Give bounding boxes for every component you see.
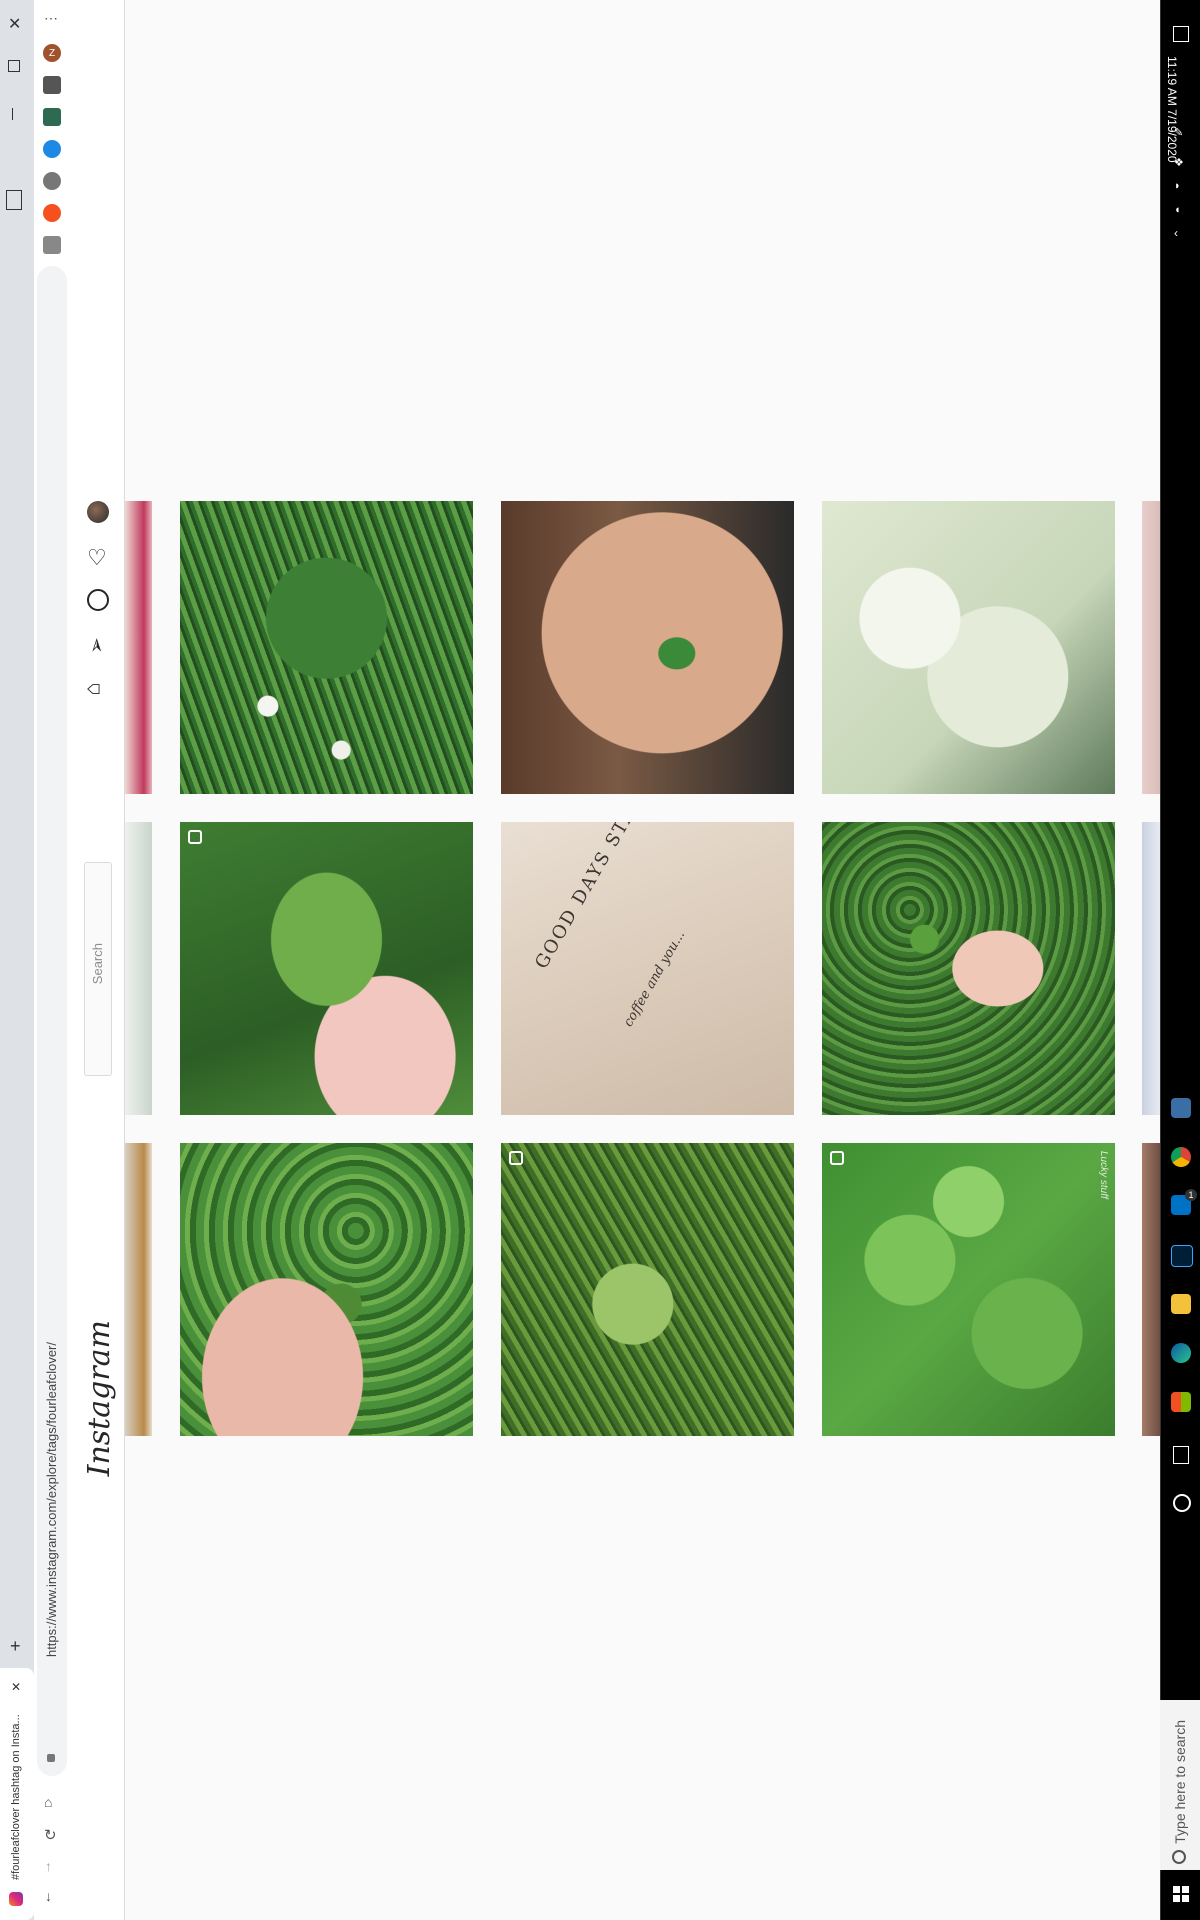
minimize-window-icon[interactable] (12, 108, 13, 120)
window-controls-strip: ✕ + (0, 0, 34, 1920)
carousel-badge-icon (509, 1151, 523, 1165)
restore-window-icon[interactable] (8, 60, 20, 72)
url-text: https://www.instagram.com/explore/tags/f… (44, 1342, 59, 1658)
partial-tile-right-3[interactable] (1142, 1143, 1160, 1436)
post-tile[interactable] (822, 501, 1115, 794)
mail-badge: 1 (1185, 1189, 1197, 1201)
outlook-app-icon[interactable]: 1 (1171, 1189, 1197, 1215)
post-tile[interactable] (501, 1143, 794, 1436)
search-input[interactable]: Search (84, 862, 112, 1076)
extension-icon-4[interactable] (43, 172, 61, 190)
reload-button[interactable]: ↻ (44, 1826, 57, 1844)
file-explorer-app-icon[interactable] (1171, 1294, 1191, 1314)
carousel-badge-icon (830, 1151, 844, 1165)
address-bar[interactable]: https://www.instagram.com/explore/tags/f… (37, 266, 67, 1776)
show-hidden-icons-chevron-icon[interactable]: ‹ (1174, 226, 1178, 240)
extension-icon-6[interactable] (43, 236, 61, 254)
close-window-icon[interactable]: ✕ (8, 14, 21, 34)
clock-time: 11:19 AM (1165, 56, 1179, 106)
partial-tile-left-3[interactable] (125, 1143, 152, 1436)
edge-app-icon[interactable] (1171, 1343, 1191, 1363)
chrome-app-icon[interactable] (1171, 1147, 1191, 1167)
task-view-icon[interactable] (1173, 1446, 1189, 1464)
tab-title: #fourleafclover hashtag on Insta... (10, 1714, 22, 1880)
video-badge-icon (188, 830, 202, 844)
home-button[interactable]: ⌂ (44, 1794, 52, 1810)
cortana-icon[interactable] (1173, 1494, 1191, 1512)
new-tab-button[interactable]: + (10, 1636, 21, 1657)
taskbar-search-box[interactable]: Type here to search (1160, 1700, 1200, 1870)
photoshop-app-icon[interactable] (1171, 1245, 1193, 1267)
lock-icon (47, 1754, 55, 1762)
instagram-logo[interactable]: Instagram (82, 1320, 117, 1476)
extension-icon-5[interactable] (43, 204, 61, 222)
photo-watermark: Lucky stuff (1098, 1151, 1109, 1199)
extension-icon-2[interactable] (43, 108, 61, 126)
post-tile[interactable]: Lucky stuff (822, 1143, 1115, 1436)
profile-avatar-button[interactable] (87, 501, 109, 523)
settings-app-icon[interactable] (1171, 1098, 1191, 1118)
windows-start-icon[interactable] (1173, 1886, 1189, 1902)
explore-grid-area: GOOD DAYS START WITH coffee and you... L… (125, 0, 1160, 1920)
direct-send-icon[interactable]: ➢ (84, 637, 109, 654)
post-tile[interactable] (180, 501, 473, 794)
partial-tile-left-2[interactable] (125, 822, 152, 1115)
taskbar-clock[interactable]: 11:19 AM 7/19/2020 (1164, 56, 1179, 163)
puzzle-extension-icon[interactable] (43, 76, 61, 94)
network-icon[interactable]: ◗ (1174, 180, 1181, 192)
home-icon[interactable]: ⌂ (80, 682, 106, 695)
taskbar-search-icon (1172, 1850, 1186, 1864)
instagram-favicon-icon (9, 1892, 23, 1906)
volume-icon[interactable]: ◖ (1174, 204, 1181, 216)
more-menu-icon[interactable]: ⋯ (44, 10, 58, 27)
explore-compass-icon[interactable] (87, 589, 109, 611)
post-tile[interactable] (501, 501, 794, 794)
partial-tile-right-2[interactable] (1142, 822, 1160, 1115)
shirt-text-line2: coffee and you... (621, 928, 689, 1030)
notification-center-icon[interactable] (1173, 26, 1189, 42)
browser-tab-active[interactable]: ✕ #fourleafclover hashtag on Insta... (0, 1668, 34, 1920)
forward-button[interactable]: ↑ (45, 1858, 52, 1874)
post-tile[interactable]: GOOD DAYS START WITH coffee and you... (501, 822, 794, 1115)
profile-avatar[interactable]: Z (43, 44, 61, 62)
partial-tile-right-1[interactable] (1142, 501, 1160, 794)
tab-actions-icon[interactable] (6, 190, 22, 210)
partial-tile-left-1[interactable] (125, 501, 152, 794)
clock-date: 7/19/2020 (1165, 109, 1179, 163)
post-tile[interactable] (180, 1143, 473, 1436)
post-tile[interactable] (822, 822, 1115, 1115)
taskbar-search-placeholder: Type here to search (1172, 1720, 1188, 1844)
extension-icon-3[interactable] (43, 140, 61, 158)
post-tile[interactable] (180, 822, 473, 1115)
search-placeholder: Search (90, 943, 105, 985)
back-button[interactable]: ↓ (45, 1888, 52, 1904)
tab-close-icon[interactable]: ✕ (11, 1680, 21, 1694)
activity-heart-icon[interactable]: ♡ (87, 545, 107, 571)
windows-taskbar: ‹ ◖ ◗ ❖ ✎ 1 (1160, 0, 1200, 1920)
store-app-icon[interactable] (1171, 1392, 1191, 1412)
